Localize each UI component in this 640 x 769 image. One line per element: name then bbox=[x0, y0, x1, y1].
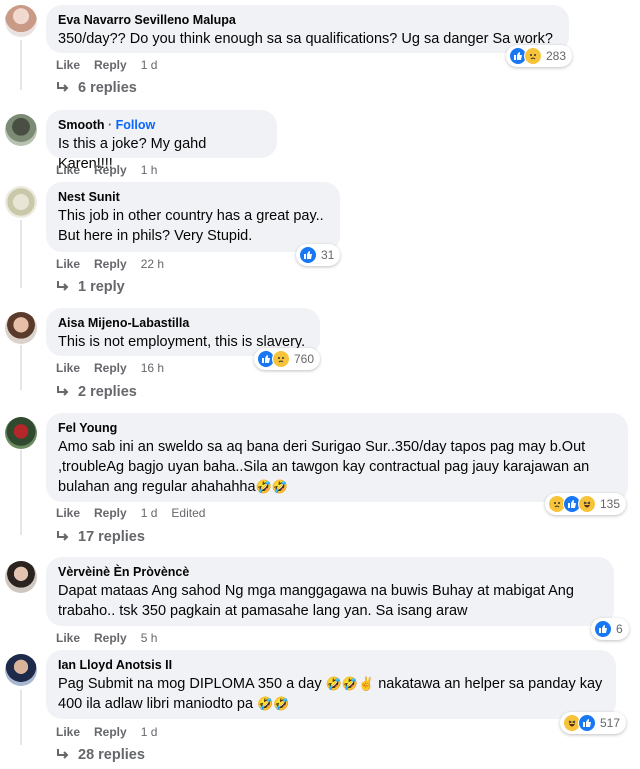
comment-bubble: Smooth · Follow Is this a joke? My gahd … bbox=[46, 110, 277, 172]
view-replies-button[interactable]: 1 reply bbox=[56, 279, 125, 295]
reply-button[interactable]: Reply bbox=[94, 361, 127, 375]
timestamp[interactable]: 1 d bbox=[141, 58, 158, 72]
comment-author[interactable]: Nest Sunit bbox=[58, 189, 328, 205]
comment-bubble: Fel Young Amo sab ini an sweldo sa aq ba… bbox=[46, 413, 628, 502]
reaction-count: 517 bbox=[600, 716, 621, 730]
like-icon bbox=[299, 246, 317, 264]
comment-author[interactable]: Vèrvèinè Èn Pròvèncè bbox=[58, 564, 602, 580]
timestamp[interactable]: 16 h bbox=[141, 361, 164, 375]
sad-icon bbox=[272, 350, 290, 368]
like-icon bbox=[578, 714, 596, 732]
avatar[interactable] bbox=[5, 417, 37, 449]
avatar[interactable] bbox=[5, 114, 37, 146]
reply-button[interactable]: Reply bbox=[94, 506, 127, 520]
like-button[interactable]: Like bbox=[56, 58, 80, 72]
avatar[interactable] bbox=[5, 654, 37, 686]
comment-bubble: Ian Lloyd Anotsis II Pag Submit na mog D… bbox=[46, 650, 616, 719]
reactions-summary[interactable]: 31 bbox=[296, 244, 341, 266]
comment-author[interactable]: Aisa Mijeno-Labastilla bbox=[58, 315, 308, 331]
thread-line bbox=[20, 40, 22, 90]
reactions-summary[interactable]: 283 bbox=[506, 45, 573, 67]
reply-arrow-icon bbox=[57, 82, 69, 92]
comment-author[interactable]: Smooth bbox=[58, 118, 105, 132]
reply-button[interactable]: Reply bbox=[94, 725, 127, 739]
reaction-count: 31 bbox=[321, 248, 335, 262]
comment-author[interactable]: Eva Navarro Sevilleno Malupa bbox=[58, 12, 557, 28]
like-button[interactable]: Like bbox=[56, 257, 80, 271]
like-button[interactable]: Like bbox=[56, 163, 80, 177]
timestamp[interactable]: 5 h bbox=[141, 631, 158, 645]
comment-actions: Like Reply 5 h bbox=[56, 631, 171, 645]
like-button[interactable]: Like bbox=[56, 631, 80, 645]
comment-actions: Like Reply 1 d bbox=[56, 58, 171, 72]
reply-button[interactable]: Reply bbox=[94, 163, 127, 177]
comment-actions: Like Reply 1 d bbox=[56, 725, 171, 739]
thread-line bbox=[20, 220, 22, 288]
avatar[interactable] bbox=[5, 312, 37, 344]
comment-actions: Like Reply 22 h bbox=[56, 257, 178, 271]
avatar[interactable] bbox=[5, 5, 37, 37]
timestamp[interactable]: 1 d bbox=[141, 725, 158, 739]
comment-actions: Like Reply 16 h bbox=[56, 361, 178, 375]
timestamp[interactable]: 1 h bbox=[141, 163, 158, 177]
view-replies-button[interactable]: 6 replies bbox=[56, 80, 137, 96]
reply-button[interactable]: Reply bbox=[94, 631, 127, 645]
reply-arrow-icon bbox=[57, 281, 69, 291]
avatar[interactable] bbox=[5, 561, 37, 593]
reaction-count: 283 bbox=[546, 49, 567, 63]
comment-text: 350/day?? Do you think enough sa sa qual… bbox=[58, 31, 553, 47]
reply-arrow-icon bbox=[57, 531, 69, 541]
edited-label: Edited bbox=[171, 506, 206, 520]
reply-button[interactable]: Reply bbox=[94, 257, 127, 271]
like-button[interactable]: Like bbox=[56, 725, 80, 739]
reply-arrow-icon bbox=[57, 386, 69, 396]
comment-actions: Like Reply 1 h bbox=[56, 163, 171, 177]
thread-line bbox=[20, 450, 22, 535]
thread-line bbox=[20, 690, 22, 745]
comment-author[interactable]: Ian Lloyd Anotsis II bbox=[58, 657, 604, 673]
comment-actions: Like Reply 1 d Edited bbox=[56, 506, 219, 520]
avatar[interactable] bbox=[5, 186, 37, 218]
haha-icon bbox=[578, 495, 596, 513]
like-icon bbox=[594, 620, 612, 638]
rofl-emoji-icon: 🤣🤣 bbox=[257, 696, 290, 711]
reactions-summary[interactable]: 517 bbox=[560, 712, 627, 734]
reaction-count: 6 bbox=[616, 622, 623, 636]
comment-text: This job in other country has a great pa… bbox=[58, 208, 324, 244]
reaction-count: 135 bbox=[600, 497, 621, 511]
reactions-summary[interactable]: 6 bbox=[591, 618, 629, 640]
comment-bubble: Eva Navarro Sevilleno Malupa 350/day?? D… bbox=[46, 5, 569, 53]
view-replies-button[interactable]: 28 replies bbox=[56, 747, 145, 763]
comment-text: Pag Submit na mog DIPLOMA 350 a day 🤣🤣✌ … bbox=[58, 676, 603, 712]
timestamp[interactable]: 22 h bbox=[141, 257, 164, 271]
follow-button[interactable]: Follow bbox=[116, 118, 156, 132]
view-replies-button[interactable]: 17 replies bbox=[56, 529, 145, 545]
thread-line bbox=[20, 345, 22, 390]
timestamp[interactable]: 1 d bbox=[141, 506, 158, 520]
rofl-emoji-icon: 🤣🤣✌ bbox=[325, 676, 375, 691]
reactions-summary[interactable]: 760 bbox=[254, 348, 321, 370]
reply-button[interactable]: Reply bbox=[94, 58, 127, 72]
rofl-emoji-icon: 🤣🤣 bbox=[255, 479, 288, 494]
reactions-summary[interactable]: 135 bbox=[545, 493, 627, 515]
like-button[interactable]: Like bbox=[56, 506, 80, 520]
reply-arrow-icon bbox=[57, 749, 69, 759]
comment-bubble: Nest Sunit This job in other country has… bbox=[46, 182, 340, 252]
reaction-count: 760 bbox=[294, 352, 315, 366]
comment-text: Dapat mataas Ang sahod Ng mga manggagawa… bbox=[58, 583, 574, 619]
like-button[interactable]: Like bbox=[56, 361, 80, 375]
view-replies-button[interactable]: 2 replies bbox=[56, 384, 137, 400]
comment-bubble: Vèrvèinè Èn Pròvèncè Dapat mataas Ang sa… bbox=[46, 557, 614, 626]
comment-text: Amo sab ini an sweldo sa aq bana deri Su… bbox=[58, 439, 590, 495]
comment-author[interactable]: Fel Young bbox=[58, 420, 616, 436]
sad-icon bbox=[524, 47, 542, 65]
